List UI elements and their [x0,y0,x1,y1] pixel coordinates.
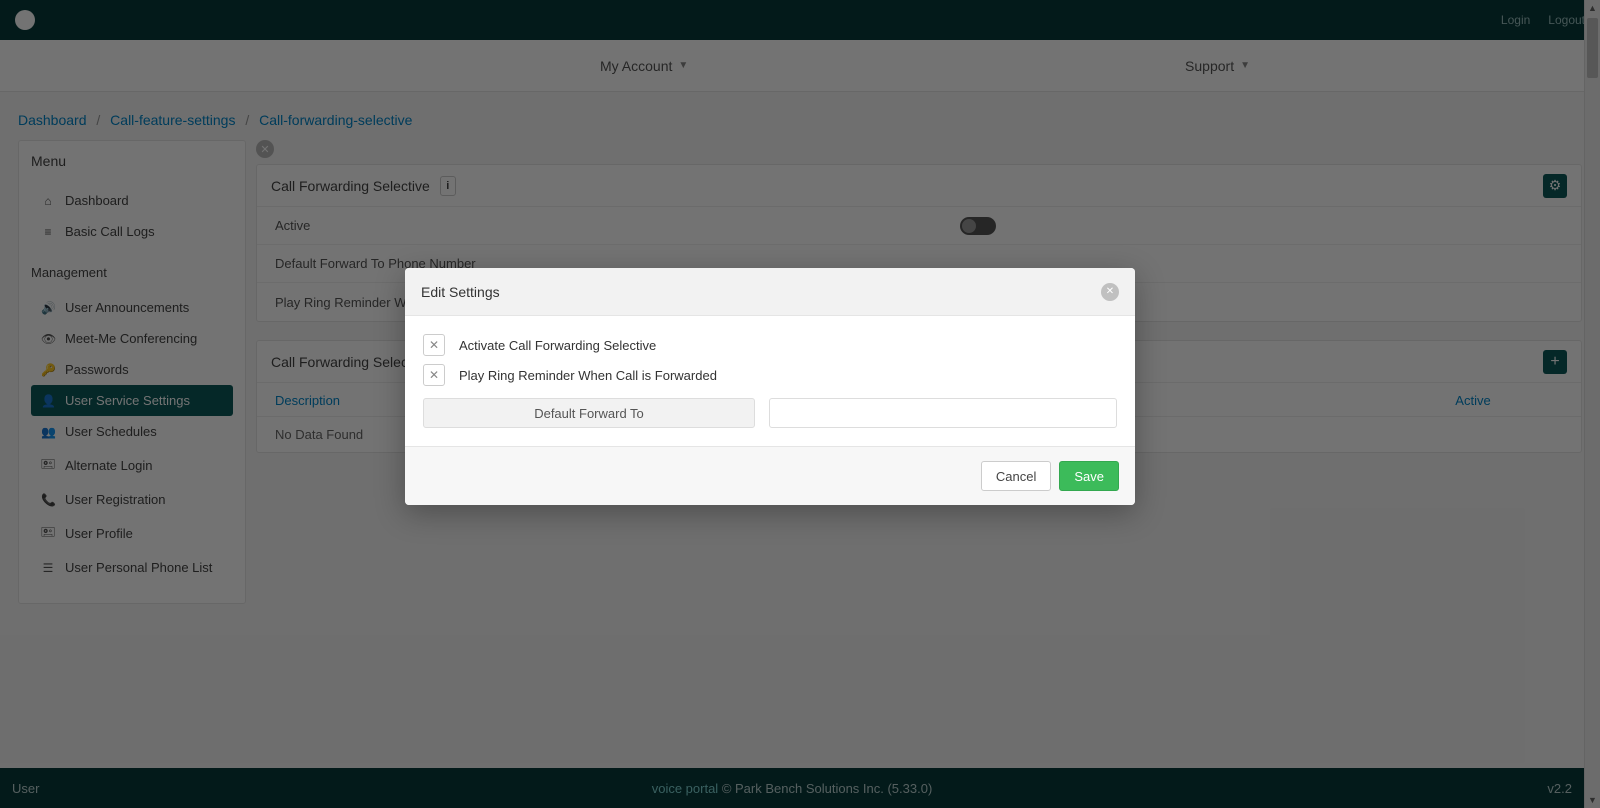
activate-checkbox[interactable]: ✕ [423,334,445,356]
save-button[interactable]: Save [1059,461,1119,491]
play-ring-checkbox[interactable]: ✕ [423,364,445,386]
modal-title: Edit Settings [421,284,500,300]
close-icon[interactable]: ✕ [1101,283,1119,301]
default-forward-label: Default Forward To [423,398,755,428]
default-forward-input[interactable] [769,398,1117,428]
cancel-button[interactable]: Cancel [981,461,1051,491]
play-ring-label: Play Ring Reminder When Call is Forwarde… [459,368,717,383]
activate-label: Activate Call Forwarding Selective [459,338,656,353]
edit-settings-modal: Edit Settings ✕ ✕ Activate Call Forwardi… [405,268,1135,505]
